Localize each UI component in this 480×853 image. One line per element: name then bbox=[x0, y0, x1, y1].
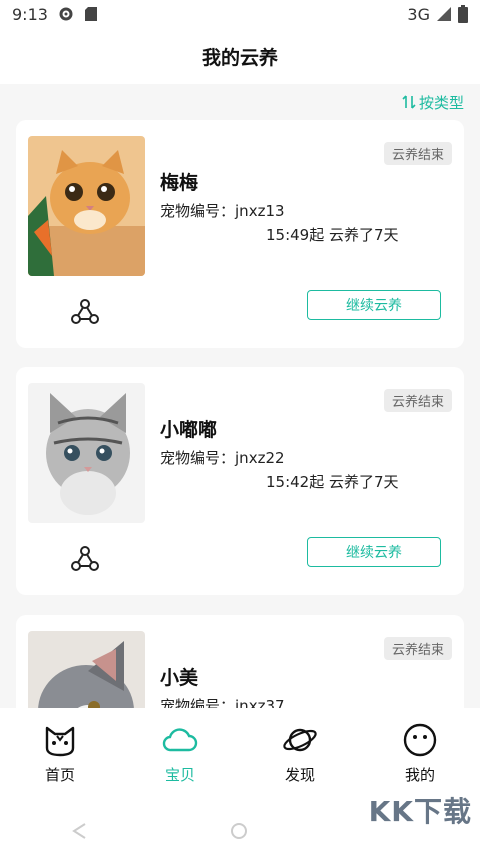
home-icon[interactable] bbox=[230, 822, 248, 840]
status-badge: 云养结束 bbox=[383, 637, 452, 660]
share-icon[interactable] bbox=[71, 545, 99, 573]
sd-card-icon bbox=[84, 7, 97, 21]
nav-item-mine[interactable]: 我的 bbox=[380, 722, 460, 785]
continue-adoption-button[interactable]: 继续云养 bbox=[307, 290, 441, 320]
cloud-icon bbox=[162, 728, 198, 752]
planet-icon bbox=[283, 728, 317, 752]
sort-by-type-button[interactable]: 按类型 bbox=[401, 90, 464, 114]
pet-name: 小美 bbox=[160, 667, 199, 689]
share-icon[interactable] bbox=[71, 298, 99, 326]
nav-item-baby[interactable]: 宝贝 bbox=[140, 722, 220, 785]
network-type: 3G bbox=[407, 4, 430, 24]
status-bar: 9:13 3G bbox=[0, 0, 480, 28]
pet-id-value: jnxz13 bbox=[235, 202, 285, 220]
adoption-time: 15:49起 云养了7天 bbox=[266, 226, 399, 244]
pet-id-label: 宠物编号： bbox=[160, 449, 236, 467]
page-title: 我的云养 bbox=[201, 46, 278, 69]
nav-label-mine: 我的 bbox=[404, 766, 435, 784]
signal-icon bbox=[437, 7, 451, 21]
pet-id: 宠物编号：jnxz22 bbox=[160, 447, 285, 468]
gear-icon bbox=[59, 7, 73, 21]
back-icon[interactable] bbox=[71, 822, 87, 840]
nav-item-home[interactable]: 首页 bbox=[20, 722, 100, 785]
pet-card[interactable]: 梅梅 宠物编号：jnxz13 15:49起 云养了7天 云养结束 继续云养 bbox=[16, 120, 464, 348]
smiley-icon bbox=[403, 723, 437, 757]
title-bar: 我的云养 bbox=[0, 28, 480, 84]
sort-label: 按类型 bbox=[418, 93, 464, 112]
nav-label-discover: 发现 bbox=[284, 766, 315, 784]
continue-adoption-button[interactable]: 继续云养 bbox=[307, 537, 441, 567]
pet-id: 宠物编号：jnxz13 bbox=[160, 200, 285, 221]
status-badge: 云养结束 bbox=[383, 142, 452, 165]
watermark-logo: KK下载 bbox=[368, 795, 472, 828]
nav-item-discover[interactable]: 发现 bbox=[260, 722, 340, 785]
adoption-time: 15:42起 云养了7天 bbox=[266, 473, 399, 491]
nav-label-home: 首页 bbox=[44, 766, 75, 784]
pet-name: 梅梅 bbox=[160, 172, 199, 194]
battery-icon bbox=[458, 5, 468, 23]
pet-photo bbox=[28, 136, 145, 276]
sort-icon bbox=[402, 95, 416, 109]
status-badge: 云养结束 bbox=[383, 389, 452, 412]
pet-photo bbox=[28, 383, 145, 523]
cat-face-icon bbox=[45, 726, 75, 757]
status-time: 9:13 bbox=[12, 4, 48, 24]
pet-name: 小嘟嘟 bbox=[160, 419, 218, 441]
pet-card[interactable]: 小嘟嘟 宠物编号：jnxz22 15:42起 云养了7天 云养结束 继续云养 bbox=[16, 367, 464, 595]
pet-id-value: jnxz22 bbox=[235, 449, 285, 467]
nav-label-baby: 宝贝 bbox=[164, 766, 195, 784]
pet-id-label: 宠物编号： bbox=[160, 202, 236, 220]
